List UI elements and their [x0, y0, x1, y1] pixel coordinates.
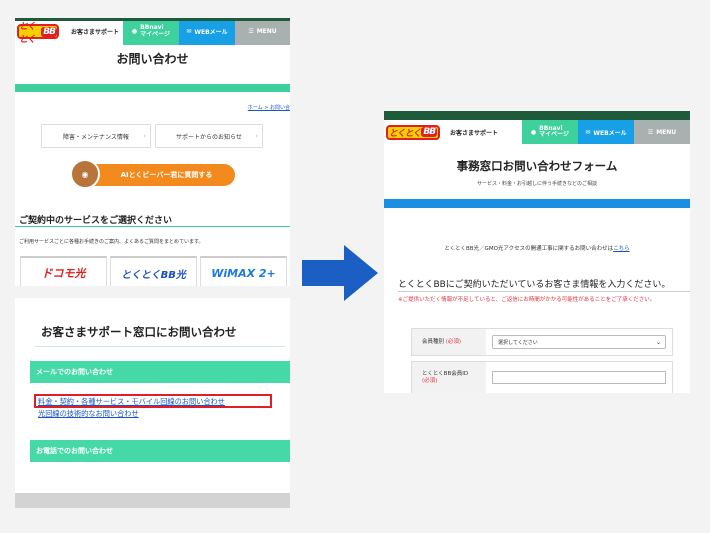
logo[interactable]: とくとく BB	[15, 18, 61, 45]
heading-underline	[398, 291, 690, 292]
webmail-button[interactable]: ✉ WEBメール	[179, 18, 235, 45]
construction-note: とくとくBB光／GMO光アクセスの開通工事に関するお問い合わせはこちら	[444, 246, 630, 252]
ai-question-button[interactable]: AIとくビーバー君に質問する ◉	[70, 159, 235, 189]
header-top-line	[384, 111, 690, 120]
mail-icon: ✉	[585, 128, 591, 136]
site-header: とくとく BB お客さまサポート ● BBnavi マイページ ✉ WEBメール ☰…	[15, 18, 290, 45]
arrow-right-icon	[302, 245, 378, 301]
title-underline	[35, 346, 285, 347]
service-tokutoku-hikari[interactable]: とくとくBB光	[110, 256, 197, 286]
breadcrumb[interactable]: ホーム > お問い合	[248, 104, 290, 111]
webmail-button[interactable]: ✉ WEBメール	[578, 120, 634, 144]
support-contact-title: お客さまサポート窓口にお問い合わせ	[41, 325, 237, 339]
mail-icon: ✉	[186, 28, 192, 35]
support-contact-screenshot: お客さまサポート窓口にお問い合わせ メールでのお問い合わせ 料金・契約・各種サー…	[15, 298, 290, 508]
form-subtitle: サービス・料金・お引越しに伴う手続きなどのご相談	[476, 181, 597, 187]
beaver-mascot-icon: ◉	[70, 159, 100, 189]
user-icon: ●	[131, 28, 138, 35]
member-id-row: とくとくBB会員ID (必須)	[411, 361, 673, 393]
phone-contact-section: お電話でのお問い合わせ	[30, 440, 290, 462]
construction-inquiry-link[interactable]: こちら	[613, 246, 630, 252]
site-header: とくとく BB お客さまサポート ● BBnavi マイページ ✉ WEBメール ☰…	[384, 111, 690, 144]
service-docomo-hikari[interactable]: ドコモ光	[20, 256, 107, 286]
chevron-down-icon: ⌄	[655, 338, 661, 346]
bbnavi-button[interactable]: ● BBnavi マイページ	[522, 120, 578, 144]
maintenance-info-button[interactable]: 障害・メンテナンス情報 ›	[41, 124, 151, 148]
user-icon: ●	[530, 128, 537, 136]
header-top-line	[15, 18, 290, 21]
member-type-row: 会員種別 (必須) 選択してください ⌄	[411, 328, 673, 356]
customer-info-heading: とくとくBBにご契約いただいているお客さま情報を入力ください。	[398, 280, 671, 290]
form-title: 事務窓口お問い合わせフォーム	[456, 159, 618, 173]
highlight-box	[34, 394, 272, 408]
page-title: お問い合わせ	[116, 52, 189, 66]
heading-underline	[15, 226, 290, 227]
form-band	[384, 199, 690, 208]
support-label: お客さまサポート	[71, 29, 120, 36]
chevron-right-icon: ›	[143, 132, 146, 140]
logo[interactable]: とくとく BB	[384, 120, 442, 144]
services-description: ご利用サービスごとに各種お手続きのご案内、よくあるご質問をまとめています。	[19, 239, 204, 245]
title-band	[15, 84, 290, 92]
contact-form-screenshot: とくとく BB お客さまサポート ● BBnavi マイページ ✉ WEBメール ☰…	[384, 111, 690, 393]
chevron-right-icon: ›	[255, 132, 258, 140]
tech-support-link[interactable]: 光回線の技術的なお問い合わせ	[38, 409, 139, 419]
email-contact-section: メールでのお問い合わせ	[30, 361, 290, 383]
support-notice-button[interactable]: サポートからのお知らせ ›	[155, 124, 263, 148]
hamburger-icon: ☰	[248, 28, 254, 35]
member-type-select[interactable]: 選択してください ⌄	[492, 335, 666, 349]
footer-gray-band	[15, 493, 290, 508]
member-id-input[interactable]	[492, 371, 666, 384]
hamburger-icon: ☰	[647, 128, 654, 136]
bbnavi-button[interactable]: ● BBnavi マイページ	[123, 18, 179, 45]
support-label: お客さまサポート	[450, 129, 499, 137]
contact-page-screenshot: とくとく BB お客さまサポート ● BBnavi マイページ ✉ WEBメール ☰…	[15, 18, 290, 286]
service-wimax[interactable]: WiMAX 2+	[200, 256, 287, 286]
services-heading: ご契約中のサービスをご選択ください	[19, 216, 173, 226]
menu-button[interactable]: ☰ MENU	[235, 18, 290, 45]
member-id-label: とくとくBB会員ID (必須)	[412, 362, 486, 393]
menu-button[interactable]: ☰ MENU	[634, 120, 690, 144]
info-warning: ※ご提供いただく情報が不足していると、ご返信にお時間がかかる可能性があることをご…	[398, 297, 656, 303]
member-type-label: 会員種別 (必須)	[412, 329, 486, 355]
